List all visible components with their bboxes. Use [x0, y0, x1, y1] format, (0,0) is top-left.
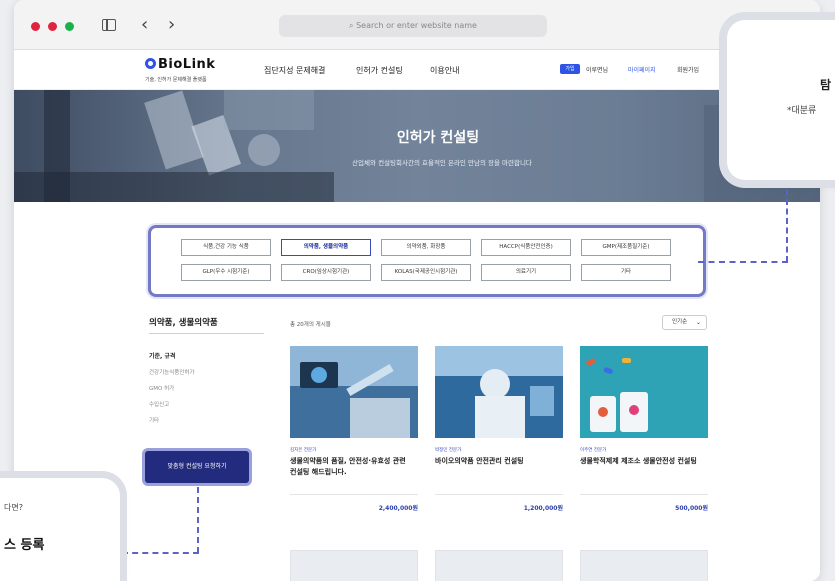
listing-card[interactable]: 이주연 전문가 생물학적제제 제조소 생물안전성 컨설팅 500,000원	[580, 346, 708, 522]
browser-toolbar: ‹ › ⌕ Search or enter website name	[14, 0, 820, 50]
category-quasi-drug[interactable]: 의약외품, 화장품	[381, 239, 471, 256]
logo-mark-icon	[145, 58, 156, 69]
listing-card-partial	[290, 550, 418, 581]
card-thumbnail	[435, 346, 563, 438]
nav-item-problem-solving[interactable]: 집단지성 문제해결	[264, 65, 325, 76]
card-expert: 김지은 전문가	[290, 448, 317, 453]
sidebar-toggle-icon[interactable]	[102, 19, 116, 31]
login-button[interactable]: 가입	[560, 64, 580, 74]
callout-right-title: 탐	[820, 78, 832, 92]
listing-card-partial	[435, 550, 563, 581]
sidebar-item[interactable]: 기타	[149, 416, 159, 424]
card-divider	[580, 494, 708, 495]
card-thumbnail	[290, 346, 418, 438]
signup-link[interactable]: 회원가입	[677, 65, 699, 74]
category-filter: 식품,건강 기능 식품 의약품, 생물의약품 의약외품, 화장품 HACCP(식…	[148, 225, 706, 297]
browser-window: ‹ › ⌕ Search or enter website name BioLi…	[14, 0, 820, 581]
hero-title: 인허가 컨설팅	[396, 130, 480, 146]
card-divider	[435, 494, 563, 495]
sort-value: 인기순	[672, 319, 688, 325]
address-bar-placeholder: Search or enter website name	[356, 21, 477, 30]
sidebar-divider	[149, 333, 264, 334]
user-greeting[interactable]: 이루면님	[586, 65, 608, 74]
category-cro[interactable]: CRO(임상시험기관)	[281, 264, 371, 281]
category-pharma[interactable]: 의약품, 생물의약품	[281, 239, 371, 256]
callout-left: 다면? 스 등록	[0, 478, 120, 581]
minimize-window-button[interactable]	[48, 22, 57, 31]
sort-dropdown[interactable]: 인기순 ⌄	[662, 315, 707, 330]
category-kolas[interactable]: KOLAS(국제공인시험기관)	[381, 264, 471, 281]
sidebar-section: 기준, 규격	[149, 353, 176, 360]
callout-left-question: 다면?	[4, 503, 23, 512]
card-expert: 이주연 전문가	[580, 448, 607, 453]
nav-item-consulting[interactable]: 인허가 컨설팅	[356, 65, 403, 76]
card-title[interactable]: 바이오의약품 안전관리 컨설팅	[435, 456, 559, 467]
chevron-down-icon: ⌄	[695, 319, 701, 326]
sidebar-item[interactable]: 수입신고	[149, 400, 169, 408]
connector-line	[786, 180, 788, 262]
connector-line	[122, 552, 199, 554]
forward-arrow-icon[interactable]: ›	[168, 14, 175, 35]
card-price: 2,400,000원	[378, 505, 418, 512]
card-expert: 박정민 전문가	[435, 448, 462, 453]
callout-right-note: *대분류	[787, 106, 817, 116]
site-header: BioLink 기술, 인허가 문제해결 플랫폼 집단지성 문제해결 인허가 컨…	[14, 50, 820, 90]
request-consulting-button[interactable]: 맞춤형 컨설팅 요청하기	[145, 451, 249, 483]
listing-card[interactable]: 김지은 전문가 생물의약품의 품질, 안전성·유효성 관련 컨설팅 해드립니다.…	[290, 346, 418, 522]
hero-subtitle: 산업체와 컨설팅회사간의 효율적인 온라인 만남의 장을 마련합니다	[352, 159, 532, 167]
sidebar-item[interactable]: GMO 허가	[149, 384, 174, 392]
connector-line	[197, 487, 199, 553]
card-title[interactable]: 생물학적제제 제조소 생물안전성 컨설팅	[580, 456, 704, 467]
post-count: 총 20개의 게시물	[290, 322, 331, 328]
logo-tagline: 기술, 인허가 문제해결 플랫폼	[145, 77, 207, 83]
close-window-button[interactable]	[31, 22, 40, 31]
card-thumbnail	[580, 346, 708, 438]
card-price: 1,200,000원	[523, 505, 563, 512]
callout-right: 탐 *대분류	[727, 20, 835, 180]
mypage-link[interactable]: 마이페이지	[628, 65, 656, 74]
nav-item-guide[interactable]: 이용안내	[430, 65, 459, 76]
category-haccp[interactable]: HACCP(식품안전인증)	[481, 239, 571, 256]
category-etc[interactable]: 기타	[581, 264, 671, 281]
logo[interactable]: BioLink	[158, 57, 215, 72]
category-medical-device[interactable]: 의료기기	[481, 264, 571, 281]
sidebar-title: 의약품, 생물의약품	[149, 318, 218, 328]
card-price: 500,000원	[675, 505, 708, 512]
category-glp[interactable]: GLP(우수 시험기준)	[181, 264, 271, 281]
card-title[interactable]: 생물의약품의 품질, 안전성·유효성 관련 컨설팅 해드립니다.	[290, 456, 414, 478]
listing-card[interactable]: 박정민 전문가 바이오의약품 안전관리 컨설팅 1,200,000원	[435, 346, 563, 522]
sidebar-item[interactable]: 건강기능식품인허가	[149, 368, 195, 376]
hero-banner: 인허가 컨설팅 산업체와 컨설팅회사간의 효율적인 온라인 만남의 장을 마련합…	[14, 90, 820, 202]
back-arrow-icon[interactable]: ‹	[141, 14, 148, 35]
category-food[interactable]: 식품,건강 기능 식품	[181, 239, 271, 256]
category-gmp[interactable]: GMP(제조품질기준)	[581, 239, 671, 256]
listing-card-partial	[580, 550, 708, 581]
address-bar[interactable]: ⌕ Search or enter website name	[279, 15, 547, 37]
maximize-window-button[interactable]	[65, 22, 74, 31]
connector-line	[698, 261, 788, 263]
callout-left-title: 스 등록	[4, 538, 45, 553]
card-divider	[290, 494, 418, 495]
